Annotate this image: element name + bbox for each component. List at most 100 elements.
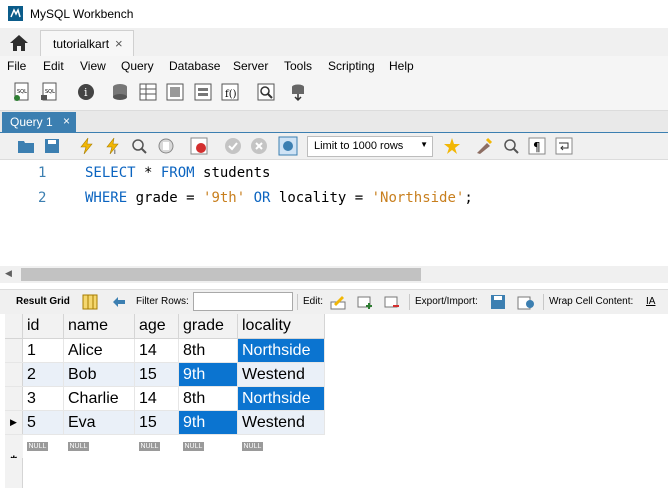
commit-icon[interactable]: [224, 137, 242, 155]
null-cell-locality[interactable]: NULL: [237, 434, 325, 453]
execute-current-statement-icon[interactable]: I: [104, 137, 122, 155]
cell-locality[interactable]: Westend: [237, 362, 325, 387]
find-icon[interactable]: [502, 137, 520, 155]
cell-name[interactable]: Alice: [63, 338, 135, 363]
cell-age[interactable]: 15: [134, 410, 179, 435]
limit-rows-select[interactable]: Limit to 1000 rows ▼: [307, 136, 433, 157]
tab-query-1[interactable]: Query 1 ×: [2, 112, 76, 132]
add-snippet-icon[interactable]: [443, 137, 461, 155]
cell-id[interactable]: 3: [22, 386, 64, 411]
wrap-lines-icon[interactable]: [555, 137, 573, 155]
null-cell-name[interactable]: NULL: [63, 434, 135, 453]
menu-tools[interactable]: Tools: [284, 59, 312, 73]
menu-edit[interactable]: Edit: [43, 59, 64, 73]
beautify-icon[interactable]: [475, 137, 493, 155]
cell-locality[interactable]: Northside: [237, 386, 325, 411]
header-row: id name age grade locality: [5, 314, 325, 339]
code-line-1[interactable]: SELECT * FROM students: [85, 165, 270, 181]
menu-database[interactable]: Database: [169, 59, 220, 73]
column-header-locality[interactable]: locality: [237, 314, 325, 339]
result-grid-tab[interactable]: Result Grid: [16, 296, 70, 307]
cell-grade[interactable]: 8th: [178, 386, 238, 411]
cell-locality[interactable]: Northside: [237, 338, 325, 363]
editor-horizontal-scrollbar[interactable]: ◀: [0, 266, 668, 283]
create-schema-icon[interactable]: [110, 82, 130, 102]
save-icon[interactable]: [43, 137, 61, 155]
open-sql-script-icon[interactable]: SQL: [40, 82, 60, 102]
execute-icon[interactable]: [78, 137, 96, 155]
menu-view[interactable]: View: [80, 59, 106, 73]
menu-query[interactable]: Query: [121, 59, 154, 73]
cell-name[interactable]: Charlie: [63, 386, 135, 411]
delete-row-icon[interactable]: [384, 294, 400, 310]
column-header-age[interactable]: age: [134, 314, 179, 339]
close-icon[interactable]: ×: [115, 36, 123, 51]
export-icon[interactable]: [490, 294, 506, 310]
window-title: MySQL Workbench: [30, 7, 134, 21]
menu-help[interactable]: Help: [389, 59, 414, 73]
table-row[interactable]: 3 Charlie 14 8th Northside: [5, 386, 325, 411]
code-line-2[interactable]: WHERE grade = '9th' OR locality = 'North…: [85, 190, 473, 206]
cell-age[interactable]: 14: [134, 338, 179, 363]
cell-grade[interactable]: 9th: [178, 362, 238, 387]
import-icon[interactable]: [517, 294, 535, 310]
scrollbar-thumb[interactable]: [21, 268, 421, 281]
table-row[interactable]: 2 Bob 15 9th Westend: [5, 362, 325, 387]
connection-tab-tutorialkart[interactable]: tutorialkart ×: [40, 30, 134, 57]
open-file-icon[interactable]: [17, 137, 35, 155]
cell-grade[interactable]: 9th: [178, 410, 238, 435]
new-row-placeholder[interactable]: NULL NULL NULL NULL NULL: [5, 434, 325, 453]
new-sql-tab-icon[interactable]: SQL: [12, 82, 32, 102]
cell-age[interactable]: 14: [134, 386, 179, 411]
menu-server[interactable]: Server: [233, 59, 268, 73]
result-grid[interactable]: id name age grade locality 1 Alice 14 8th No…: [0, 314, 668, 488]
cell-id[interactable]: 2: [22, 362, 64, 387]
column-header-name[interactable]: name: [63, 314, 135, 339]
row-header[interactable]: [5, 386, 23, 411]
sql-text: locality =: [270, 190, 372, 206]
create-view-icon[interactable]: [165, 82, 185, 102]
cell-name[interactable]: Bob: [63, 362, 135, 387]
create-function-icon[interactable]: f(): [220, 82, 240, 102]
row-header[interactable]: ▶: [5, 410, 23, 435]
stop-icon[interactable]: [157, 137, 175, 155]
row-header[interactable]: [5, 338, 23, 363]
reconnect-icon[interactable]: [288, 82, 308, 102]
refresh-icon[interactable]: [111, 294, 127, 310]
null-cell-grade[interactable]: NULL: [178, 434, 238, 453]
autocommit-icon[interactable]: [278, 136, 298, 156]
filter-rows-input[interactable]: [193, 292, 293, 311]
row-header[interactable]: [5, 362, 23, 387]
cell-locality[interactable]: Westend: [237, 410, 325, 435]
column-header-grade[interactable]: grade: [178, 314, 238, 339]
null-cell-id[interactable]: NULL: [22, 434, 64, 453]
grid-view-icon[interactable]: [82, 294, 98, 310]
inspector-icon[interactable]: i: [76, 82, 96, 102]
toggle-error-icon[interactable]: [190, 137, 208, 155]
menu-file[interactable]: File: [7, 59, 26, 73]
null-cell-age[interactable]: NULL: [134, 434, 179, 453]
cell-id[interactable]: 1: [22, 338, 64, 363]
create-table-icon[interactable]: [138, 82, 158, 102]
new-row-marker-row: ✱: [5, 453, 325, 465]
home-icon[interactable]: [8, 34, 30, 52]
insert-row-icon[interactable]: [357, 294, 373, 310]
scroll-left-icon[interactable]: ◀: [5, 268, 12, 279]
explain-icon[interactable]: [130, 137, 148, 155]
wrap-cell-content-icon[interactable]: IA: [646, 296, 655, 307]
column-header-id[interactable]: id: [22, 314, 64, 339]
cell-age[interactable]: 15: [134, 362, 179, 387]
cell-grade[interactable]: 8th: [178, 338, 238, 363]
search-table-data-icon[interactable]: [256, 82, 276, 102]
table-row[interactable]: 1 Alice 14 8th Northside: [5, 338, 325, 363]
menu-scripting[interactable]: Scripting: [328, 59, 375, 73]
edit-row-icon[interactable]: [330, 294, 346, 310]
sql-editor[interactable]: 1 SELECT * FROM students 2 WHERE grade =…: [0, 160, 668, 266]
rollback-icon[interactable]: [250, 137, 268, 155]
table-row[interactable]: ▶ 5 Eva 15 9th Westend: [5, 410, 325, 435]
close-icon[interactable]: ×: [63, 114, 70, 128]
invisible-chars-icon[interactable]: ¶: [528, 137, 546, 155]
create-procedure-icon[interactable]: [193, 82, 213, 102]
cell-name[interactable]: Eva: [63, 410, 135, 435]
cell-id[interactable]: 5: [22, 410, 64, 435]
